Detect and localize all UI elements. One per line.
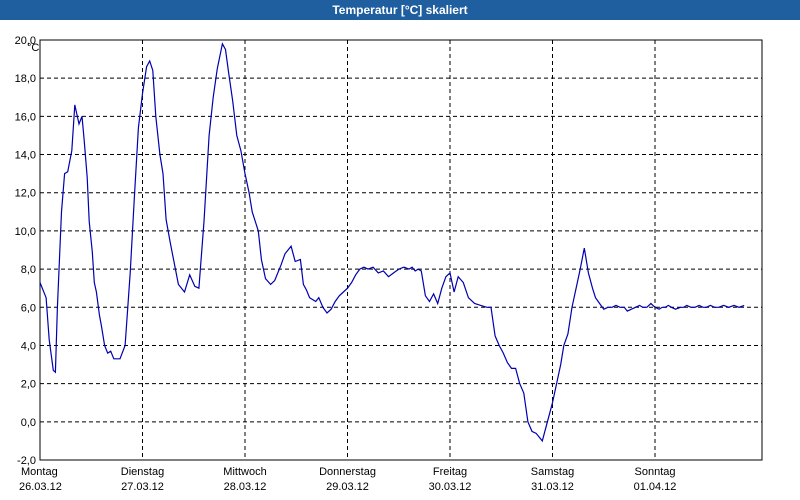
temperature-chart: -2,00,02,04,06,08,010,012,014,016,018,02… (15, 35, 763, 493)
x-tick-date: 29.03.12 (326, 481, 369, 493)
y-axis: -2,00,02,04,06,08,010,012,014,016,018,02… (15, 35, 36, 467)
y-tick-label: 2,0 (21, 379, 36, 391)
x-tick-date: 30.03.12 (429, 481, 472, 493)
x-tick-day: Dienstag (121, 466, 164, 478)
x-tick-day: Montag (21, 466, 58, 478)
y-tick-label: 18,0 (15, 73, 36, 85)
y-tick-label: 12,0 (15, 188, 36, 200)
y-tick-label: 10,0 (15, 226, 36, 238)
x-tick-date: 01.04.12 (634, 481, 677, 493)
y-tick-label: 4,0 (21, 340, 36, 352)
plot-area (39, 39, 763, 461)
x-tick-day: Donnerstag (319, 466, 376, 478)
y-tick-label: 8,0 (21, 264, 36, 276)
y-axis-unit: °C (27, 42, 39, 54)
x-tick-day: Samstag (531, 466, 574, 478)
y-tick-label: 0,0 (21, 417, 36, 429)
x-axis: Montag 26.03.12 Dienstag 27.03.12 Mittwoch 28… (19, 466, 676, 493)
x-tick-date: 26.03.12 (19, 481, 62, 493)
chart-panel: -2,0 0,0 2,0 4,0 6,0 8,0 10,0 12,0 14,0 16,0 18,0 2… (0, 20, 800, 500)
x-tick-day: Freitag (433, 466, 467, 478)
x-tick-date: 27.03.12 (121, 481, 164, 493)
y-tick-label: 14,0 (15, 150, 36, 162)
y-tick-label: 16,0 (15, 111, 36, 123)
x-tick-day: Sonntag (635, 466, 676, 478)
x-tick-day: Mittwoch (223, 466, 266, 478)
chart-window: Temperatur [°C] skaliert -2,0 0,0 2,0 4,0 6,… (0, 0, 800, 500)
x-tick-date: 31.03.12 (531, 481, 574, 493)
window-title: Temperatur [°C] skaliert (0, 0, 800, 20)
y-tick-label: 6,0 (21, 302, 36, 314)
x-tick-date: 28.03.12 (224, 481, 267, 493)
